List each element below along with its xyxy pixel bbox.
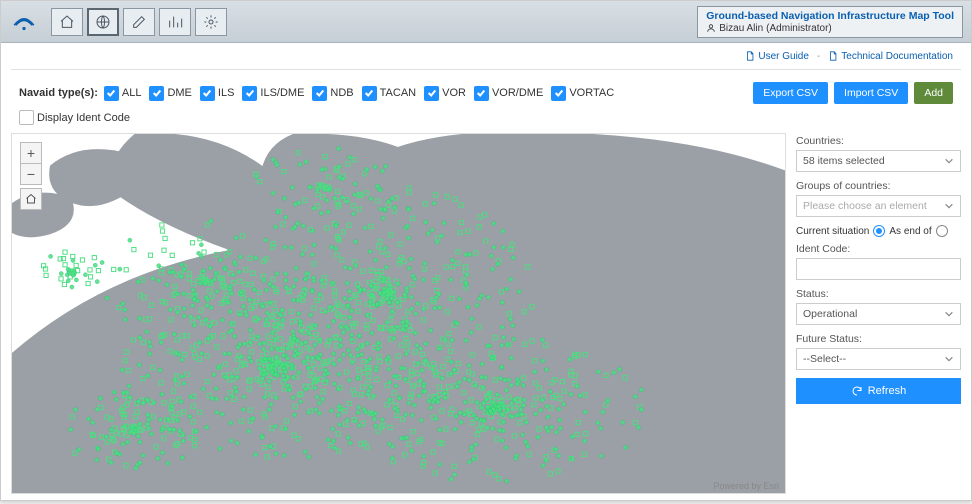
chk-display-ident[interactable]: Display Ident Code [19,110,130,125]
refresh-button[interactable]: Refresh [796,378,961,404]
map-zoom-controls: + − [20,142,42,209]
future-status-select[interactable]: --Select-- [796,348,961,370]
countries-select[interactable]: 58 items selected [796,150,961,172]
chk-ils[interactable]: ILS [200,86,235,101]
user-info: Bizau Alin (Administrator) [706,23,954,34]
user-name: Bizau Alin [719,23,763,34]
chevron-down-icon [944,309,954,319]
nav-map[interactable] [87,8,119,36]
map-home-button[interactable] [20,188,42,210]
brand-logo [9,7,39,37]
add-button[interactable]: Add [914,82,953,104]
groups-select[interactable]: Please choose an element [796,195,961,217]
chk-vordme[interactable]: VOR/DME [474,86,543,101]
status-select[interactable]: Operational [796,303,961,325]
chevron-down-icon [944,156,954,166]
nav-toolbar [51,8,227,36]
map-canvas [12,134,785,493]
navaid-types-label: Navaid type(s): [19,87,98,99]
map-container[interactable]: + − Powered by Esri [11,133,786,494]
radio-current[interactable] [873,225,885,237]
chk-ndb[interactable]: NDB [312,86,353,101]
help-links: User Guide - Technical Documentation [1,43,971,69]
header-info-box: Ground-based Navigation Infrastructure M… [697,6,963,38]
chk-vortac[interactable]: VORTAC [551,86,614,101]
nav-stats[interactable] [159,8,191,36]
chk-dme[interactable]: DME [149,86,191,101]
user-icon [706,23,716,33]
app-header: Ground-based Navigation Infrastructure M… [1,1,971,43]
display-ident-row: Display Ident Code [1,108,971,133]
nav-settings[interactable] [195,8,227,36]
radio-asof[interactable] [936,225,948,237]
link-separator: - [817,51,820,62]
future-status-label: Future Status: [796,333,961,345]
export-csv-button[interactable]: Export CSV [753,82,828,104]
map-attribution: Powered by Esri [713,481,779,491]
nav-edit[interactable] [123,8,155,36]
zoom-in-button[interactable]: + [20,142,42,164]
document-icon [745,51,755,61]
document-icon [828,51,838,61]
refresh-icon [851,385,863,397]
user-guide-link[interactable]: User Guide [745,51,809,62]
chk-tacan[interactable]: TACAN [362,86,416,101]
time-filter-row: Current situation As end of [796,225,961,237]
import-csv-button[interactable]: Import CSV [834,82,908,104]
user-role: (Administrator) [766,23,832,34]
chk-vor[interactable]: VOR [424,86,466,101]
groups-label: Groups of countries: [796,180,961,192]
chk-all[interactable]: ALL [104,86,142,101]
chevron-down-icon [944,354,954,364]
ident-label: Ident Code: [796,243,961,255]
chevron-down-icon [944,201,954,211]
nav-home[interactable] [51,8,83,36]
user-guide-label: User Guide [758,51,809,62]
radio-asof-label: As end of [889,226,931,237]
zoom-out-button[interactable]: − [20,163,42,185]
filter-sidebar: Countries: 58 items selected Groups of c… [796,133,961,494]
app-title: Ground-based Navigation Infrastructure M… [706,10,954,22]
countries-label: Countries: [796,135,961,147]
main-content: + − Powered by Esri Countries: 58 items … [1,133,971,504]
chk-ilsdme[interactable]: ILS/DME [242,86,304,101]
radio-current-label: Current situation [796,226,869,237]
tech-docs-link[interactable]: Technical Documentation [828,51,953,62]
status-label: Status: [796,288,961,300]
tech-docs-label: Technical Documentation [841,51,953,62]
action-buttons: Export CSV Import CSV Add [753,82,953,104]
ident-input[interactable] [796,258,961,280]
filter-bar: Navaid type(s): ALL DME ILS ILS/DME NDB … [1,70,971,108]
